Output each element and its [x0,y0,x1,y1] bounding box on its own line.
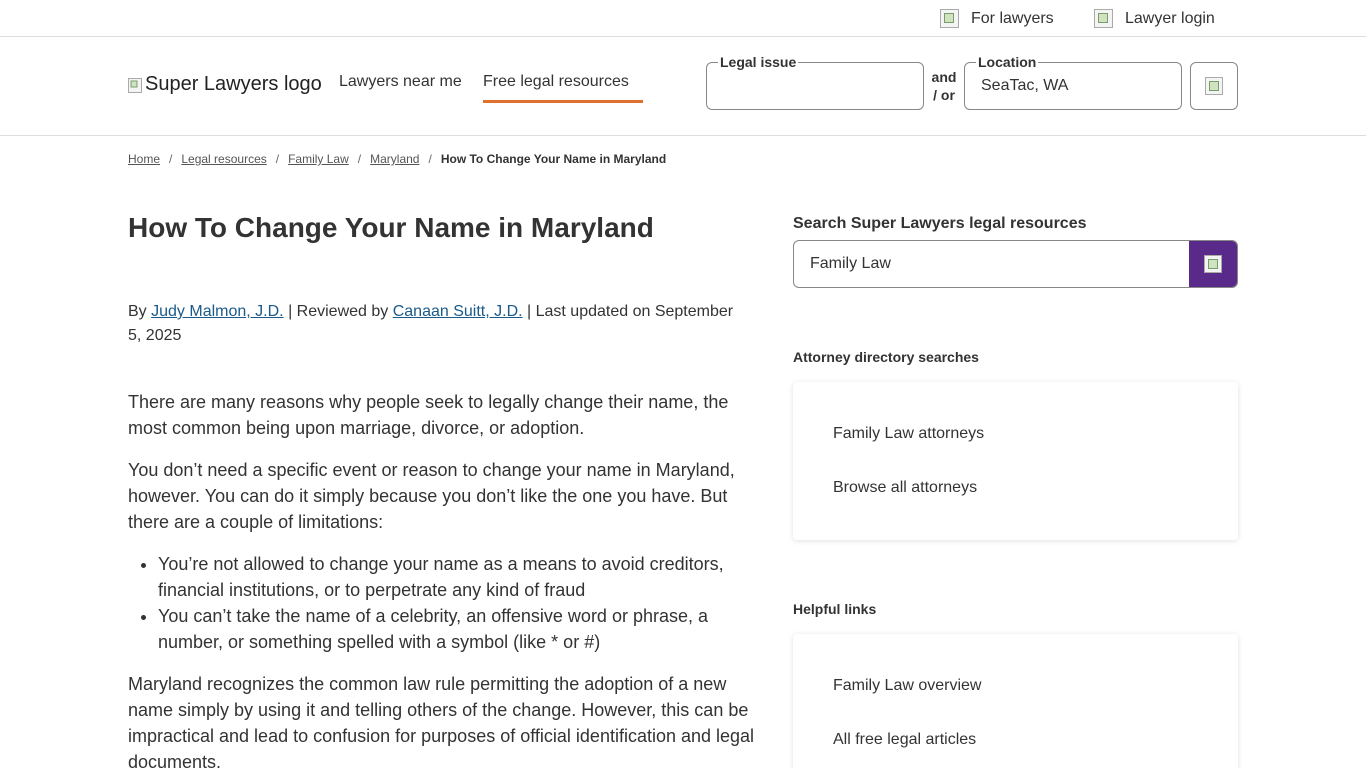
article-body: There are many reasons why people seek t… [128,389,768,768]
sidebar-search-label: Search Super Lawyers legal resources [793,215,1087,232]
browse-all-attorneys-link[interactable]: Browse all attorneys [833,479,977,497]
helpful-links-card: Family Law overview All free legal artic… [793,634,1238,768]
location-label: Location [976,54,1039,70]
utility-bar: For lawyers Lawyer login [0,0,1366,37]
all-free-legal-articles-link[interactable]: All free legal articles [833,731,976,749]
for-lawyers-link[interactable]: For lawyers [940,9,1054,28]
family-law-attorneys-link[interactable]: Family Law attorneys [833,425,984,443]
list-item: You can’t take the name of a celebrity, … [158,603,768,655]
breadcrumb-family-law[interactable]: Family Law [288,152,349,166]
article-paragraph: Maryland recognizes the common law rule … [128,674,755,768]
article-paragraph: There are many reasons why people seek t… [128,392,729,438]
search-icon [1205,77,1223,95]
site-logo[interactable]: Super Lawyers logo [128,73,322,96]
sidebar-search [793,240,1238,288]
location-input[interactable] [981,77,1161,95]
logo-alt-text: Super Lawyers logo [145,73,322,95]
breadcrumb: Home / Legal resources / Family Law / Ma… [128,152,666,166]
and-or-label: and / or [931,69,957,103]
site-header: Super Lawyers logo Lawyers near me Free … [0,37,1366,136]
legal-issue-input[interactable] [723,77,903,95]
breadcrumb-current: How To Change Your Name in Maryland [440,152,667,166]
legal-issue-field[interactable]: Legal issue [706,54,924,110]
breadcrumb-separator: / [275,152,280,166]
location-field[interactable]: Location [964,54,1182,110]
lawyer-login-icon [1094,9,1113,28]
breadcrumb-home[interactable]: Home [128,152,160,166]
article-byline: By Judy Malmon, J.D. | Reviewed by Canaa… [128,300,748,348]
search-icon [1204,255,1222,273]
byline-reviewed-by: | Reviewed by [288,303,389,320]
list-item: You’re not allowed to change your name a… [158,551,768,603]
broken-image-icon [128,77,144,93]
header-search-button[interactable] [1190,62,1238,110]
for-lawyers-icon [940,9,959,28]
lawyer-login-link[interactable]: Lawyer login [1094,9,1215,28]
reviewer-link[interactable]: Canaan Suitt, J.D. [393,303,523,320]
nav-free-legal-resources[interactable]: Free legal resources [483,73,643,103]
helpful-links-heading: Helpful links [793,601,877,617]
breadcrumb-separator: / [169,152,173,166]
article-paragraph: You don’t need a specific event or reaso… [128,460,735,532]
for-lawyers-label: For lawyers [971,9,1054,27]
sidebar-search-button[interactable] [1189,241,1237,287]
directory-heading: Attorney directory searches [793,349,979,365]
limitations-list: You’re not allowed to change your name a… [158,551,768,655]
family-law-overview-link[interactable]: Family Law overview [833,677,981,695]
author-link[interactable]: Judy Malmon, J.D. [151,303,283,320]
directory-card: Family Law attorneys Browse all attorney… [793,382,1238,540]
breadcrumb-separator: / [357,152,362,166]
sidebar-search-input[interactable] [810,255,1170,273]
lawyer-login-label: Lawyer login [1125,9,1215,27]
breadcrumb-legal-resources[interactable]: Legal resources [181,152,266,166]
page-title: How To Change Your Name in Maryland [128,212,654,243]
byline-by: By [128,303,147,320]
breadcrumb-maryland[interactable]: Maryland [370,152,419,166]
legal-issue-label: Legal issue [718,54,799,70]
breadcrumb-separator: / [428,152,432,166]
nav-lawyers-near-me[interactable]: Lawyers near me [339,73,462,91]
